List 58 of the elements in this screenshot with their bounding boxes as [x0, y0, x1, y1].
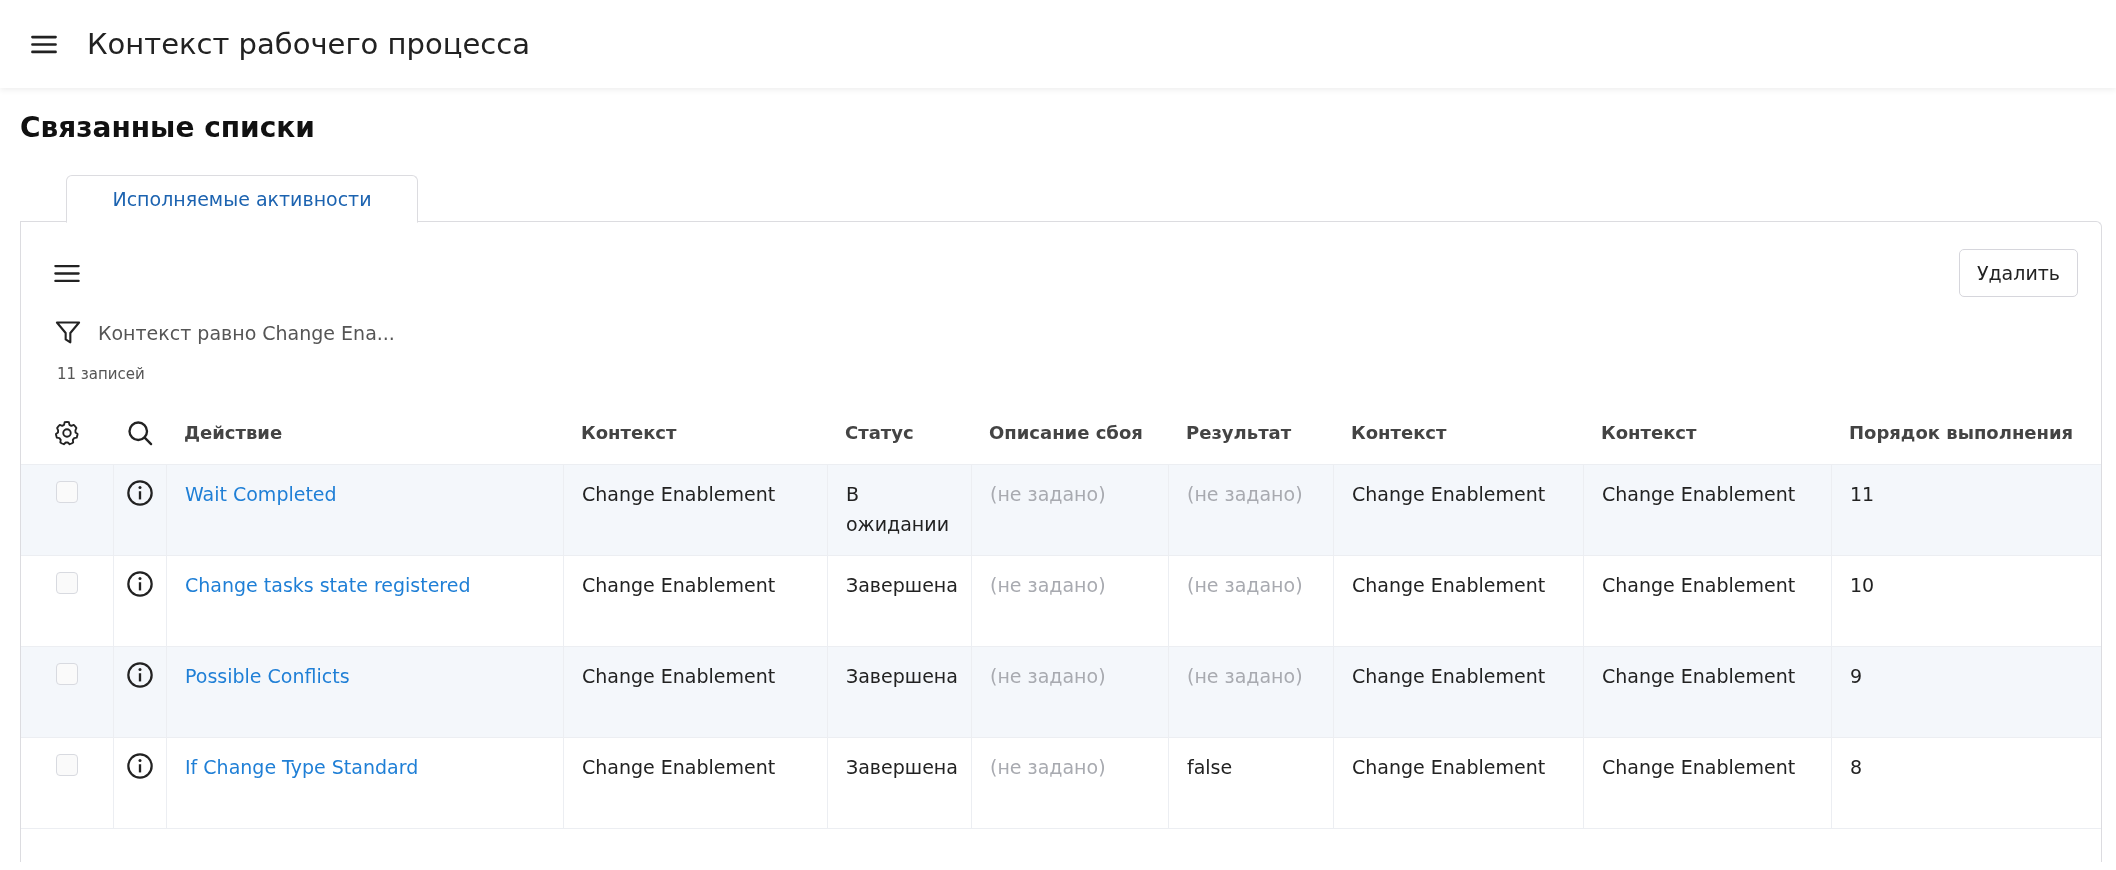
info-icon[interactable]	[126, 570, 154, 598]
table-cell: Change Enablement	[582, 574, 776, 596]
empty-value: (не задано)	[1187, 483, 1303, 505]
info-icon[interactable]	[126, 661, 154, 689]
table-cell: Change Enablement	[1352, 665, 1546, 687]
table-cell: Change Enablement	[582, 756, 776, 778]
delete-button[interactable]: Удалить	[1958, 249, 2078, 297]
table-cell: Change Enablement	[582, 665, 776, 687]
table-cell: Завершена	[846, 574, 958, 596]
table-cell: Change Enablement	[582, 483, 776, 505]
table-cell: Change Enablement	[1602, 665, 1796, 687]
table-cell: Завершена	[846, 665, 958, 687]
row-link[interactable]: Wait Completed	[185, 483, 337, 505]
table-cell: 8	[1850, 756, 1863, 778]
empty-value: (не задано)	[1187, 574, 1303, 596]
empty-value: (не задано)	[1187, 665, 1303, 687]
table-cell: Change Enablement	[1352, 574, 1546, 596]
table-cell: В ожидании	[846, 483, 949, 535]
row-checkbox[interactable]	[56, 572, 78, 594]
table-cell: Change Enablement	[1352, 756, 1546, 778]
column-header[interactable]: Контекст	[1601, 422, 1697, 443]
empty-value: (не задано)	[990, 574, 1106, 596]
menu-icon[interactable]	[31, 34, 57, 54]
row-checkbox[interactable]	[56, 754, 78, 776]
column-header[interactable]: Действие	[184, 422, 283, 443]
section-title: Связанные списки	[20, 110, 316, 146]
table-cell: Change Enablement	[1352, 483, 1546, 505]
table-cell: 10	[1850, 574, 1875, 596]
row-checkbox[interactable]	[56, 663, 78, 685]
tab[interactable]: Исполняемые активности	[66, 175, 418, 223]
table-cell: false	[1187, 756, 1233, 778]
column-header[interactable]: Контекст	[1351, 422, 1447, 443]
menu-icon[interactable]	[54, 263, 80, 283]
empty-value: (не задано)	[990, 483, 1106, 505]
filter-text[interactable]: Контекст равно Change Ena...	[98, 322, 395, 344]
column-header[interactable]: Результат	[1186, 422, 1292, 443]
table-cell: 11	[1850, 483, 1875, 505]
empty-value: (не задано)	[990, 756, 1106, 778]
record-count: 11 записей	[56, 364, 146, 383]
row-link[interactable]: Change tasks state registered	[185, 574, 471, 596]
row-link[interactable]: If Change Type Standard	[185, 756, 419, 778]
table-cell: Change Enablement	[1602, 483, 1796, 505]
table-cell: Завершена	[846, 756, 958, 778]
column-header[interactable]: Статус	[845, 422, 914, 443]
column-header[interactable]: Порядок выполнения	[1849, 422, 2074, 443]
info-icon[interactable]	[126, 479, 154, 507]
info-icon[interactable]	[126, 752, 154, 780]
table-cell: Change Enablement	[1602, 574, 1796, 596]
column-header[interactable]: Контекст	[581, 422, 677, 443]
row-link[interactable]: Possible Conflicts	[185, 665, 350, 687]
search-icon[interactable]	[125, 418, 154, 447]
empty-value: (не задано)	[990, 665, 1106, 687]
column-header[interactable]: Описание сбоя	[989, 422, 1143, 443]
row-checkbox[interactable]	[56, 481, 78, 503]
table-cell: 9	[1850, 665, 1863, 687]
table-cell: Change Enablement	[1602, 756, 1796, 778]
settings-icon[interactable]	[53, 418, 81, 447]
page-title: Контекст рабочего процесса	[87, 27, 530, 61]
